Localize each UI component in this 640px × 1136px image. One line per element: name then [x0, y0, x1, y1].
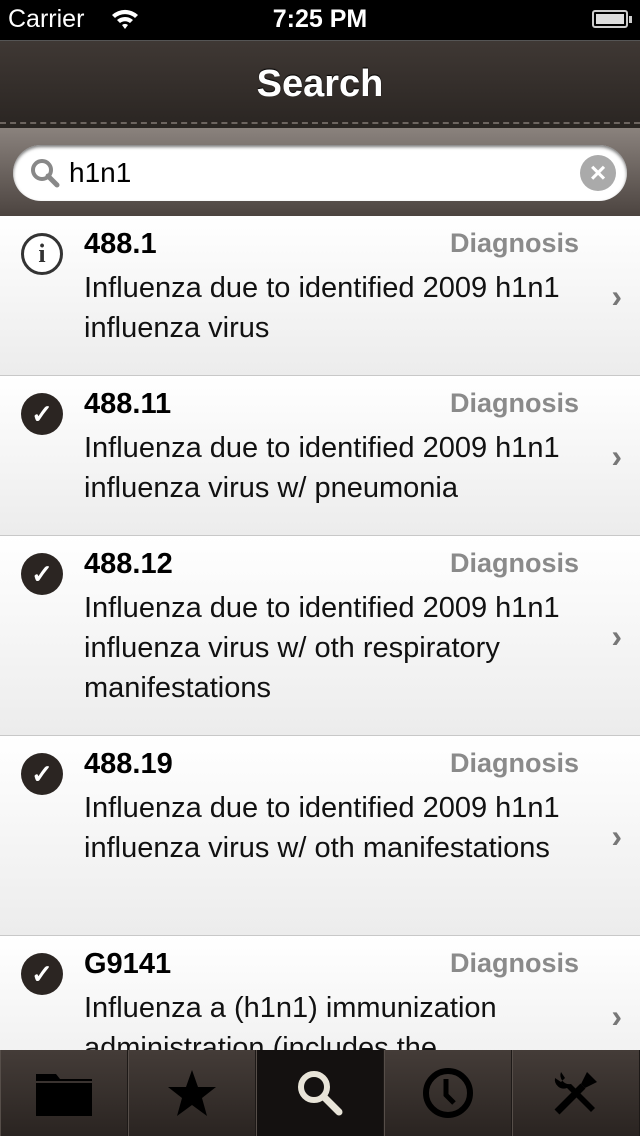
clock-icon	[423, 1068, 473, 1118]
info-icon[interactable]: i	[21, 233, 63, 275]
result-description: Influenza due to identified 2009 h1n1 in…	[84, 432, 560, 504]
search-bar: ×	[0, 128, 640, 216]
result-row[interactable]: ✓ 488.11 Diagnosis Influenza due to iden…	[0, 376, 640, 536]
battery-icon	[592, 10, 632, 28]
result-description: Influenza a (h1n1) immunization administ…	[84, 992, 497, 1050]
result-row[interactable]: ✓ 488.19 Diagnosis Influenza due to iden…	[0, 736, 640, 936]
check-icon[interactable]: ✓	[21, 393, 63, 435]
check-icon[interactable]: ✓	[21, 553, 63, 595]
clock: 7:25 PM	[272, 5, 368, 33]
search-input[interactable]	[69, 153, 569, 193]
result-code: 488.12	[84, 548, 173, 580]
result-description: Influenza due to identified 2009 h1n1 in…	[84, 792, 560, 864]
search-icon	[298, 1071, 343, 1116]
folder-icon	[36, 1074, 92, 1116]
tab-favorites[interactable]	[128, 1050, 256, 1136]
result-row[interactable]: i 488.1 Diagnosis Influenza due to ident…	[0, 216, 640, 376]
star-icon	[168, 1070, 216, 1116]
result-description: Influenza due to identified 2009 h1n1 in…	[84, 592, 560, 704]
chevron-right-icon: ›	[611, 277, 622, 314]
result-type: Diagnosis	[449, 388, 579, 418]
tab-tools[interactable]	[512, 1050, 640, 1136]
tab-folders[interactable]	[0, 1050, 128, 1136]
result-type: Diagnosis	[449, 548, 579, 578]
chevron-right-icon: ›	[611, 437, 622, 474]
result-code: 488.11	[84, 388, 172, 420]
search-icon	[31, 159, 60, 188]
clear-search-button[interactable]: ×	[580, 155, 616, 191]
chevron-right-icon: ›	[611, 817, 622, 854]
navigation-bar: Search	[0, 40, 640, 128]
tab-bar	[0, 1050, 640, 1136]
results-list[interactable]: i 488.1 Diagnosis Influenza due to ident…	[0, 216, 640, 1050]
result-description: Influenza due to identified 2009 h1n1 in…	[84, 272, 560, 344]
result-code: 488.19	[84, 748, 173, 780]
chevron-right-icon: ›	[611, 617, 622, 654]
result-row[interactable]: ✓ G9141 Diagnosis Influenza a (h1n1) imm…	[0, 936, 640, 1050]
tab-history[interactable]	[384, 1050, 512, 1136]
tab-search[interactable]	[256, 1050, 384, 1136]
result-type: Diagnosis	[449, 748, 579, 778]
page-title: Search	[256, 63, 384, 105]
stitch-divider	[0, 122, 640, 124]
status-bar: Carrier 7:25 PM	[0, 0, 640, 40]
check-icon[interactable]: ✓	[21, 953, 63, 995]
tools-icon	[554, 1072, 597, 1115]
result-code: G9141	[84, 948, 172, 980]
check-icon[interactable]: ✓	[21, 753, 63, 795]
result-code: 488.1	[84, 228, 157, 260]
result-type: Diagnosis	[449, 948, 579, 978]
result-type: Diagnosis	[449, 228, 579, 258]
result-row[interactable]: ✓ 488.12 Diagnosis Influenza due to iden…	[0, 536, 640, 736]
chevron-right-icon: ›	[611, 997, 622, 1034]
search-field[interactable]: ×	[13, 145, 627, 201]
